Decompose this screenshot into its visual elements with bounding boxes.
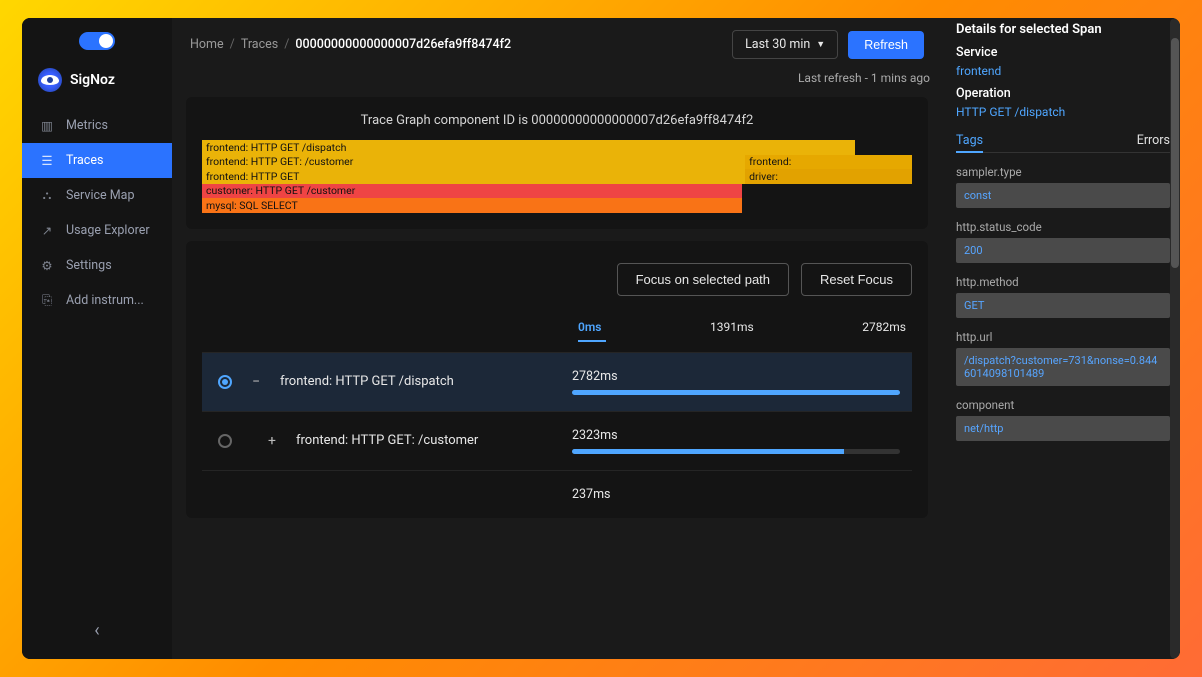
tab-errors[interactable]: Errors xyxy=(1137,133,1170,148)
gantt-bar[interactable]: frontend: HTTP GET: /customer xyxy=(202,155,745,170)
nav-usage-explorer[interactable]: ↗ Usage Explorer xyxy=(22,213,172,248)
span-list-card: Focus on selected path Reset Focus 0ms 1… xyxy=(186,241,928,518)
span-duration: 237ms xyxy=(572,487,900,502)
tag-block: component net/http xyxy=(956,398,1170,441)
operation-link[interactable]: HTTP GET /dispatch xyxy=(956,105,1170,119)
breadcrumb-traces[interactable]: Traces xyxy=(241,37,278,52)
nav-traces[interactable]: ☰ Traces xyxy=(22,143,172,178)
tag-value: net/http xyxy=(956,416,1170,441)
timeline-t2: 2782ms xyxy=(862,320,906,334)
tag-block: http.status_code 200 xyxy=(956,220,1170,263)
sidebar: SigNoz ▥ Metrics ☰ Traces ⛬ Service Map … xyxy=(22,18,172,659)
list-icon: ☰ xyxy=(40,154,54,168)
scrollbar[interactable] xyxy=(1170,18,1180,659)
nav-label: Usage Explorer xyxy=(66,223,150,238)
span-row[interactable]: 237ms xyxy=(202,470,912,518)
reset-focus-button[interactable]: Reset Focus xyxy=(801,263,912,296)
nav-settings[interactable]: ⚙ Settings xyxy=(22,248,172,283)
line-chart-icon: ↗ xyxy=(40,224,54,238)
expand-toggle[interactable]: + xyxy=(264,433,280,449)
expand-toggle[interactable]: − xyxy=(248,374,264,390)
tag-key: http.status_code xyxy=(956,220,1170,234)
logo[interactable]: SigNoz xyxy=(22,60,172,100)
gantt-bar[interactable]: frontend: HTTP GET xyxy=(202,169,745,184)
tag-block: http.method GET xyxy=(956,275,1170,318)
tag-value: /dispatch?customer=731&nonse=0.844601409… xyxy=(956,348,1170,386)
tag-key: sampler.type xyxy=(956,165,1170,179)
span-radio[interactable] xyxy=(218,434,232,448)
nav-metrics[interactable]: ▥ Metrics xyxy=(22,108,172,143)
app-name: SigNoz xyxy=(70,72,115,88)
nav-service-map[interactable]: ⛬ Service Map xyxy=(22,178,172,213)
tag-block: http.url/dispatch?customer=731&nonse=0.8… xyxy=(956,330,1170,386)
bar-chart-icon: ▥ xyxy=(40,119,54,133)
nav-add-instrumentation[interactable]: ⎘ Add instrum... xyxy=(22,283,172,318)
span-bar xyxy=(572,449,900,454)
last-refresh-label: Last refresh - 1 mins ago xyxy=(172,71,942,91)
tag-value: GET xyxy=(956,293,1170,318)
details-title: Details for selected Span xyxy=(956,22,1170,37)
span-radio[interactable] xyxy=(218,375,232,389)
tab-tags[interactable]: Tags xyxy=(956,133,983,148)
link-icon: ⎘ xyxy=(40,294,54,308)
nav-label: Settings xyxy=(66,258,112,273)
gantt-bar[interactable]: frontend: xyxy=(745,155,912,170)
service-link[interactable]: frontend xyxy=(956,64,1170,78)
nav-label: Traces xyxy=(66,153,103,168)
sidebar-collapse[interactable]: ‹ xyxy=(22,602,172,659)
operation-label: Operation xyxy=(956,86,1170,101)
breadcrumb-home[interactable]: Home xyxy=(190,37,224,52)
nav-label: Metrics xyxy=(66,118,108,133)
span-row[interactable]: + frontend: HTTP GET: /customer 2323ms xyxy=(202,411,912,470)
trace-graph-card: Trace Graph component ID is 000000000000… xyxy=(186,97,928,229)
gantt-bar[interactable]: mysql: SQL SELECT xyxy=(202,198,742,213)
span-duration: 2782ms xyxy=(572,369,900,384)
refresh-button[interactable]: Refresh xyxy=(848,31,924,59)
time-range-label: Last 30 min xyxy=(745,37,810,52)
span-row[interactable]: − frontend: HTTP GET /dispatch 2782ms xyxy=(202,352,912,411)
network-icon: ⛬ xyxy=(40,189,54,203)
gantt-bar[interactable]: customer: HTTP GET /customer xyxy=(202,184,742,199)
details-panel: Details for selected Span Service fronte… xyxy=(946,18,1180,659)
time-range-select[interactable]: Last 30 min ▼ xyxy=(732,30,838,59)
topbar: Home / Traces / 00000000000000007d26efa9… xyxy=(172,18,942,71)
gantt-chart[interactable]: frontend: HTTP GET /dispatchfrontend: HT… xyxy=(202,140,912,213)
nav-label: Add instrum... xyxy=(66,293,144,308)
chevron-down-icon: ▼ xyxy=(816,39,825,50)
span-bar xyxy=(572,390,900,395)
span-name: frontend: HTTP GET: /customer xyxy=(296,433,478,448)
nav-label: Service Map xyxy=(66,188,135,203)
breadcrumb-id: 00000000000000007d26efa9ff8474f2 xyxy=(295,37,511,52)
theme-toggle[interactable] xyxy=(79,32,115,50)
tag-block: sampler.type const xyxy=(956,165,1170,208)
tag-key: component xyxy=(956,398,1170,412)
service-label: Service xyxy=(956,45,1170,60)
nav: ▥ Metrics ☰ Traces ⛬ Service Map ↗ Usage… xyxy=(22,108,172,318)
timeline-header: 0ms 1391ms 2782ms xyxy=(202,302,912,334)
tag-value: const xyxy=(956,183,1170,208)
focus-selected-button[interactable]: Focus on selected path xyxy=(617,263,789,296)
breadcrumb: Home / Traces / 00000000000000007d26efa9… xyxy=(190,37,511,52)
gantt-bar[interactable]: driver: xyxy=(745,169,912,184)
tag-value: 200 xyxy=(956,238,1170,263)
trace-graph-title: Trace Graph component ID is 000000000000… xyxy=(202,113,912,128)
logo-icon xyxy=(38,68,62,92)
gear-icon: ⚙ xyxy=(40,259,54,273)
scrollbar-thumb[interactable] xyxy=(1171,38,1179,268)
timeline-t0: 0ms xyxy=(578,320,601,334)
timeline-t1: 1391ms xyxy=(710,320,754,334)
span-duration: 2323ms xyxy=(572,428,900,443)
tag-key: http.url xyxy=(956,330,1170,344)
gantt-bar[interactable]: frontend: HTTP GET /dispatch xyxy=(202,140,855,155)
span-name: frontend: HTTP GET /dispatch xyxy=(280,374,454,389)
tag-key: http.method xyxy=(956,275,1170,289)
